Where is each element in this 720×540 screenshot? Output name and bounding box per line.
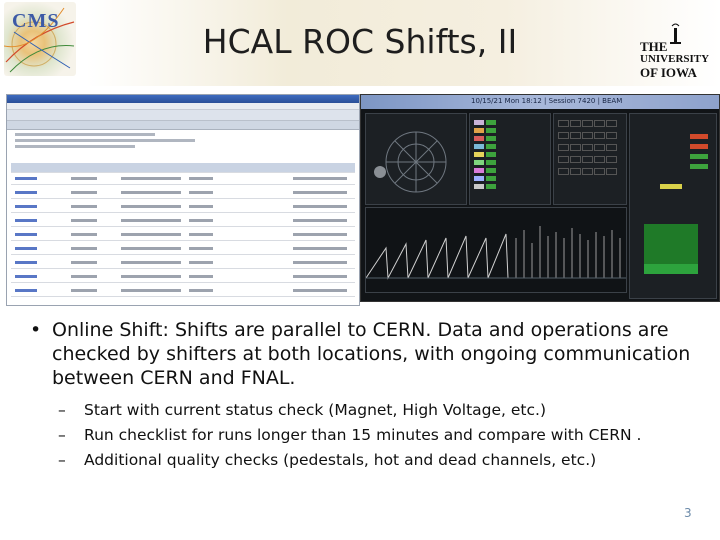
browser-menubar	[7, 103, 359, 110]
data-flow-panel	[629, 113, 717, 299]
dqm-dashboard-screenshot: 10/15/21 Mon 18:12 | Session 7420 | BEAM	[360, 94, 720, 302]
iowa-logo-the: THE	[640, 39, 668, 54]
page-text-line	[15, 133, 155, 136]
iowa-logo: THE UNIVERSITY OF IOWA	[640, 40, 720, 79]
status-table-panel	[469, 113, 551, 205]
browser-titlebar	[7, 95, 359, 103]
table-row	[11, 189, 355, 199]
slide-title: HCAL ROC Shifts, II	[202, 22, 518, 61]
dashboard-topbar: 10/15/21 Mon 18:12 | Session 7420 | BEAM	[361, 95, 719, 109]
table-header-row	[11, 163, 355, 173]
table-row	[11, 231, 355, 241]
table-row	[11, 259, 355, 269]
page-number: 3	[684, 506, 692, 520]
page-text-line	[15, 139, 195, 142]
detector-view-panel	[365, 113, 467, 205]
sub-bullet-text: Run checklist for runs longer than 15 mi…	[84, 426, 642, 444]
table-row	[11, 203, 355, 213]
table-row	[11, 287, 355, 297]
sub-bullet-marker: –	[58, 401, 66, 419]
table-row	[11, 217, 355, 227]
table-row	[11, 175, 355, 185]
browser-tabs	[7, 121, 359, 130]
sub-bullet-text: Additional quality checks (pedestals, ho…	[84, 451, 597, 469]
run-table	[11, 163, 355, 299]
cms-logo: CMS	[4, 2, 76, 76]
dashboard-title: 10/15/21 Mon 18:12 | Session 7420 | BEAM	[471, 97, 623, 105]
sub-bullet-text: Start with current status check (Magnet,…	[84, 401, 547, 419]
table-row	[11, 273, 355, 283]
dcs-grid-panel	[553, 113, 627, 205]
page-text-line	[15, 145, 135, 148]
run-list-screenshot	[6, 94, 360, 306]
cms-logo-text: CMS	[12, 10, 60, 32]
table-row	[11, 245, 355, 255]
browser-toolbar	[7, 110, 359, 121]
bullet-main-text: Online Shift: Shifts are parallel to CER…	[52, 319, 691, 389]
sub-bullet-marker: –	[58, 426, 66, 444]
bullet-marker: •	[30, 319, 42, 341]
iowa-logo-of-iowa: OF IOWA	[640, 65, 697, 80]
rate-history-panel	[365, 207, 627, 293]
sub-bullet-marker: –	[58, 451, 66, 469]
